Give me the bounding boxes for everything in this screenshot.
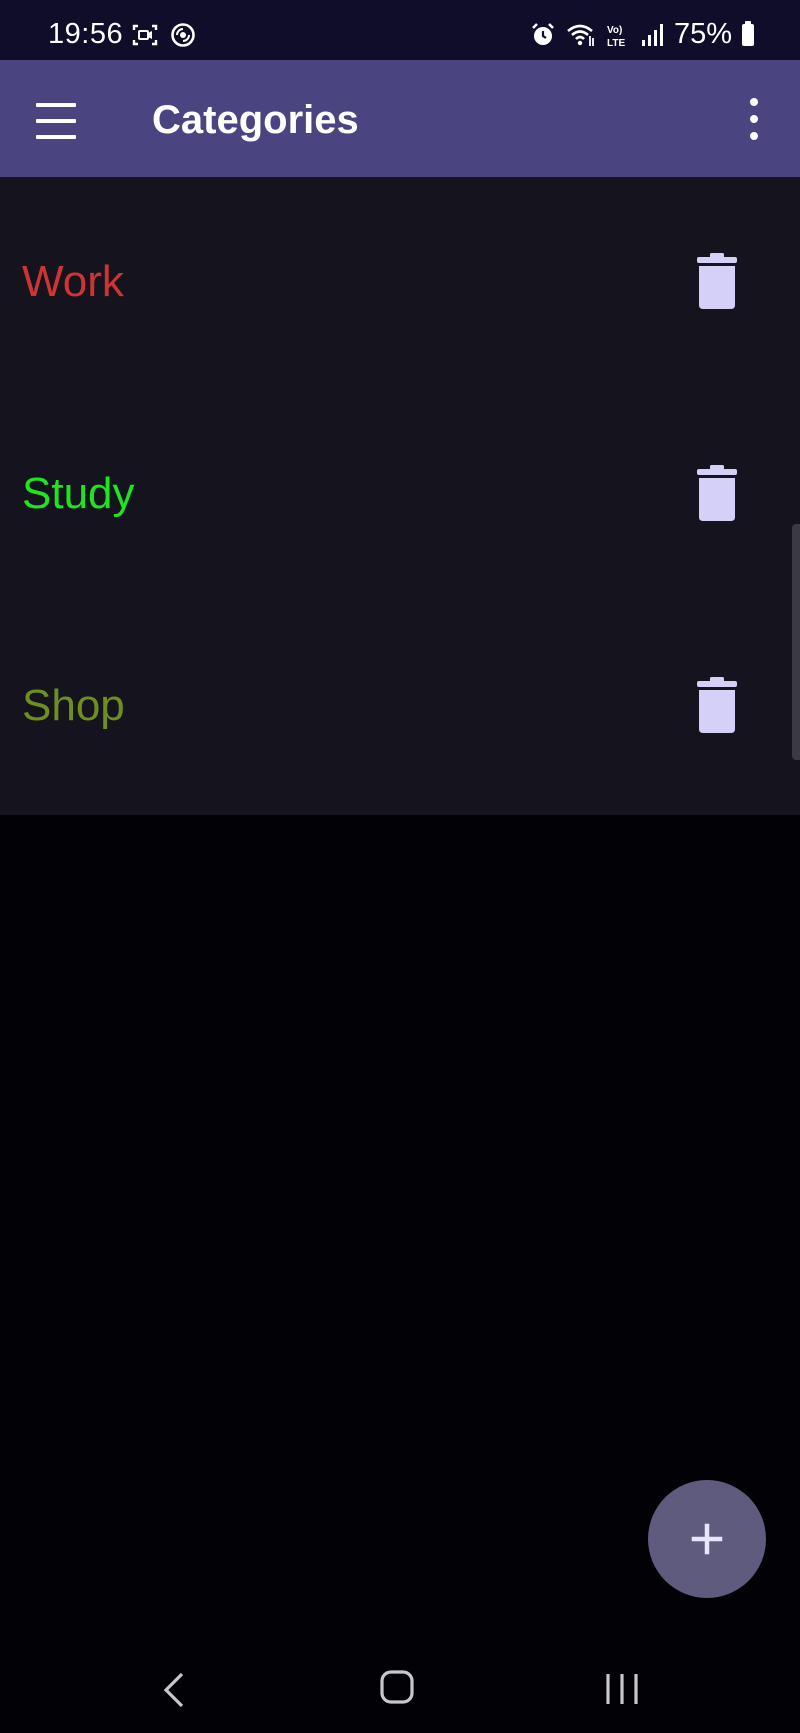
more-vert-icon[interactable] bbox=[748, 98, 760, 140]
signal-icon bbox=[641, 23, 663, 46]
category-label-work: Work bbox=[22, 257, 124, 306]
app-bar: Categories bbox=[0, 60, 800, 177]
alarm-icon bbox=[532, 22, 554, 45]
svg-text:Vo): Vo) bbox=[607, 25, 622, 36]
category-label-study: Study bbox=[22, 469, 135, 518]
categories-screen: 19:56 Vo) LTE 75% Categories Work Study … bbox=[0, 0, 800, 1733]
status-right-icons: Vo) LTE 75% bbox=[530, 18, 754, 51]
screen-record-icon bbox=[132, 24, 158, 46]
system-nav-bar bbox=[0, 1640, 800, 1733]
trash-icon[interactable] bbox=[696, 253, 738, 309]
page-title: Categories bbox=[152, 98, 359, 142]
sync-icon bbox=[171, 23, 195, 47]
status-bar: 19:56 Vo) LTE 75% bbox=[0, 0, 800, 60]
plus-icon bbox=[691, 1523, 723, 1555]
battery-percent: 75% bbox=[673, 18, 732, 50]
back-chevron-icon[interactable] bbox=[158, 1670, 190, 1710]
status-left-icons bbox=[132, 23, 196, 48]
home-icon[interactable] bbox=[380, 1670, 414, 1704]
category-label-shop: Shop bbox=[22, 681, 125, 730]
svg-text:LTE: LTE bbox=[607, 38, 625, 48]
recents-icon[interactable] bbox=[604, 1672, 640, 1706]
wifi-icon bbox=[567, 24, 594, 46]
status-time: 19:56 bbox=[48, 18, 124, 50]
category-row-study[interactable]: Study bbox=[0, 389, 800, 601]
add-category-button[interactable] bbox=[648, 1480, 766, 1598]
trash-icon[interactable] bbox=[696, 677, 738, 733]
hamburger-menu-icon[interactable] bbox=[36, 99, 82, 139]
category-row-work[interactable]: Work bbox=[0, 177, 800, 389]
category-row-shop[interactable]: Shop bbox=[0, 601, 800, 813]
battery-icon bbox=[742, 20, 754, 46]
volte-icon: Vo) LTE bbox=[607, 25, 625, 48]
scrollbar[interactable] bbox=[792, 524, 800, 760]
trash-icon[interactable] bbox=[696, 465, 738, 521]
category-list: Work Study Shop bbox=[0, 177, 800, 815]
